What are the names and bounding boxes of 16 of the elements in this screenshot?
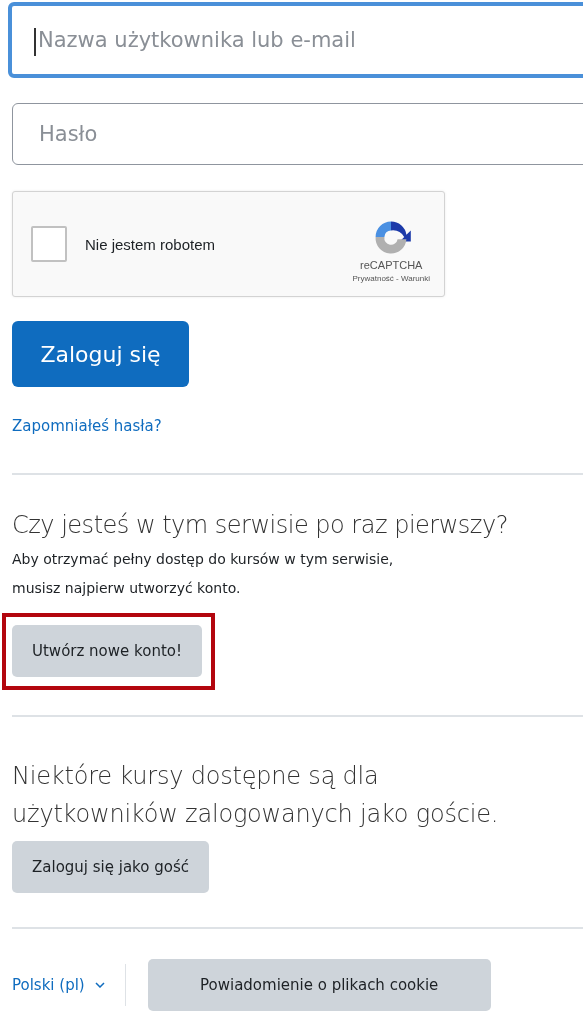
create-account-button[interactable]: Utwórz nowe konto!: [12, 625, 202, 677]
checkbox-label: Nie jestem robotem: [85, 235, 217, 253]
recaptcha-brand: reCAPTCHA: [360, 259, 423, 271]
password-field[interactable]: Hasło: [12, 103, 583, 165]
guest-login-button[interactable]: Zaloguj się jako gość: [12, 841, 209, 893]
section-heading: Czy jesteś w tym serwisie po raz pierwszy?: [12, 511, 509, 539]
forgot-password-link[interactable]: Zapomniałeś hasła?: [12, 417, 162, 435]
language-selector[interactable]: Polski (pl): [12, 976, 85, 994]
chevron-down-icon[interactable]: [94, 982, 105, 988]
login-button[interactable]: Zaloguj się: [12, 321, 189, 387]
username-field[interactable]: Nazwa użytkownika lub e-mail: [8, 2, 583, 78]
checkbox[interactable]: [31, 226, 67, 262]
signup-text: Aby otrzymać pełny dostęp do kursów w tym serwisie, musisz najpierw utworzyć konto.: [12, 550, 395, 598]
section-heading: Niektóre kursy dostępne są dla użytkowników zalogowanych jako goście.: [12, 761, 500, 830]
recaptcha-links[interactable]: Prywatność - Warunki: [352, 274, 430, 283]
cookie-notice-button[interactable]: Powiadomienie o plikach cookie: [147, 959, 491, 1011]
